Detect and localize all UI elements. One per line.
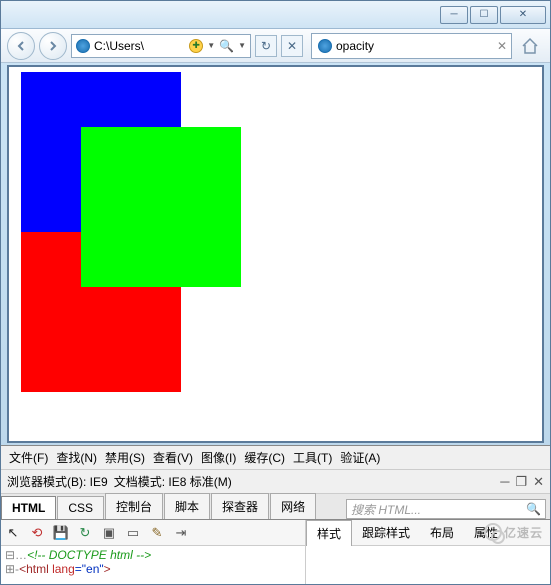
norton-icon: ✚ — [189, 39, 203, 53]
address-bar[interactable]: C:\Users\ ✚ ▼ 🔍 ▼ — [71, 34, 251, 58]
tree-collapse-icon[interactable]: ⊟… — [5, 548, 27, 562]
devtools-panel: 文件(F) 查找(N) 禁用(S) 查看(V) 图像(I) 缓存(C) 工具(T… — [1, 445, 550, 584]
tab-console[interactable]: 控制台 — [105, 493, 163, 519]
save-icon[interactable]: 💾 — [53, 525, 69, 541]
tab-script[interactable]: 脚本 — [164, 493, 210, 519]
tab-strip: opacity ✕ — [311, 33, 512, 59]
menu-view[interactable]: 查看(V) — [151, 449, 195, 466]
page-content — [7, 65, 544, 443]
minimize-button[interactable]: ─ — [440, 6, 468, 24]
search-placeholder: 搜索 HTML... — [351, 501, 526, 518]
back-button[interactable] — [7, 32, 35, 60]
tab-title: opacity — [336, 39, 374, 53]
style-pane — [306, 546, 550, 584]
menu-cache[interactable]: 缓存(C) — [242, 449, 287, 466]
navigation-bar: C:\Users\ ✚ ▼ 🔍 ▼ ↻ ✕ opacity ✕ — [1, 29, 550, 63]
clear-icon[interactable]: ⟲ — [29, 525, 45, 541]
address-dropdown-icon[interactable]: ▼ — [207, 41, 215, 50]
devtools-content: ⊟…<!-- DOCTYPE html --> ⊞-<html lang="en… — [1, 546, 550, 584]
browser-tab[interactable]: opacity — [312, 34, 493, 58]
outline-icon[interactable]: ▭ — [125, 525, 141, 541]
browser-window: ─ ☐ ✕ C:\Users\ ✚ ▼ 🔍 ▼ ↻ ✕ opacity ✕ — [0, 0, 551, 585]
edit-icon[interactable]: ✎ — [149, 525, 165, 541]
tab-network[interactable]: 网络 — [270, 493, 316, 519]
devtools-close[interactable]: ✕ — [533, 474, 544, 490]
devtools-unpin[interactable]: ❐ — [515, 474, 527, 490]
html-toolbar: ↖ ⟲ 💾 ↻ ▣ ▭ ✎ ⇥ — [1, 520, 306, 545]
search-dropdown-arrow[interactable]: ▼ — [238, 41, 246, 50]
dom-tree[interactable]: ⊟…<!-- DOCTYPE html --> ⊞-<html lang="en… — [1, 546, 306, 584]
menu-images[interactable]: 图像(I) — [199, 449, 238, 466]
lang-attr: lang — [52, 562, 75, 576]
tab-profiler[interactable]: 探查器 — [211, 493, 269, 519]
menu-find[interactable]: 查找(N) — [54, 449, 99, 466]
stop-button[interactable]: ✕ — [281, 35, 303, 57]
tab-html[interactable]: HTML — [1, 496, 56, 519]
style-tabs: 样式 跟踪样式 布局 属性 — [306, 520, 550, 545]
home-button[interactable] — [516, 32, 544, 60]
menu-tools[interactable]: 工具(T) — [291, 449, 334, 466]
lang-value: "en" — [82, 562, 104, 576]
right-tab-trace[interactable]: 跟踪样式 — [352, 520, 420, 545]
tab-css[interactable]: CSS — [57, 496, 104, 519]
devtools-tabs: HTML CSS 控制台 脚本 探查器 网络 搜索 HTML... 🔍 — [1, 494, 550, 520]
browser-mode[interactable]: 浏览器模式(B): IE9 — [7, 473, 108, 490]
tab-ie-icon — [318, 39, 332, 53]
search-dropdown-icon[interactable]: 🔍 — [219, 39, 234, 53]
close-button[interactable]: ✕ — [500, 6, 546, 24]
right-tab-style[interactable]: 样式 — [306, 520, 352, 546]
right-tab-attrs[interactable]: 属性 — [464, 520, 508, 545]
wrap-icon[interactable]: ⇥ — [173, 525, 189, 541]
right-tab-layout[interactable]: 布局 — [420, 520, 464, 545]
doc-mode[interactable]: 文档模式: IE8 标准(M) — [114, 473, 232, 490]
pointer-icon[interactable]: ↖ — [5, 525, 21, 541]
green-square — [81, 127, 241, 287]
search-icon[interactable]: 🔍 — [526, 502, 541, 516]
menu-file[interactable]: 文件(F) — [7, 449, 50, 466]
tab-close-button[interactable]: ✕ — [493, 39, 511, 53]
devtools-toolbar: ↖ ⟲ 💾 ↻ ▣ ▭ ✎ ⇥ 样式 跟踪样式 布局 属性 — [1, 520, 550, 546]
refresh-tree-icon[interactable]: ↻ — [77, 525, 93, 541]
menu-validate[interactable]: 验证(A) — [338, 449, 382, 466]
forward-button[interactable] — [39, 32, 67, 60]
titlebar: ─ ☐ ✕ — [1, 1, 550, 29]
devtools-minimize[interactable]: ─ — [500, 474, 509, 490]
address-path: C:\Users\ — [94, 39, 185, 53]
devtools-menubar: 文件(F) 查找(N) 禁用(S) 查看(V) 图像(I) 缓存(C) 工具(T… — [1, 446, 550, 470]
menu-disable[interactable]: 禁用(S) — [103, 449, 147, 466]
devtools-modebar: 浏览器模式(B): IE9 文档模式: IE8 标准(M) ─ ❐ ✕ — [1, 470, 550, 494]
element-icon[interactable]: ▣ — [101, 525, 117, 541]
maximize-button[interactable]: ☐ — [470, 6, 498, 24]
devtools-search[interactable]: 搜索 HTML... 🔍 — [346, 499, 546, 519]
html-open-tag: <html — [19, 562, 49, 576]
refresh-button[interactable]: ↻ — [255, 35, 277, 57]
doctype-comment: <!-- DOCTYPE html --> — [27, 548, 151, 562]
tree-expand-icon[interactable]: ⊞- — [5, 562, 19, 576]
ie-page-icon — [76, 39, 90, 53]
